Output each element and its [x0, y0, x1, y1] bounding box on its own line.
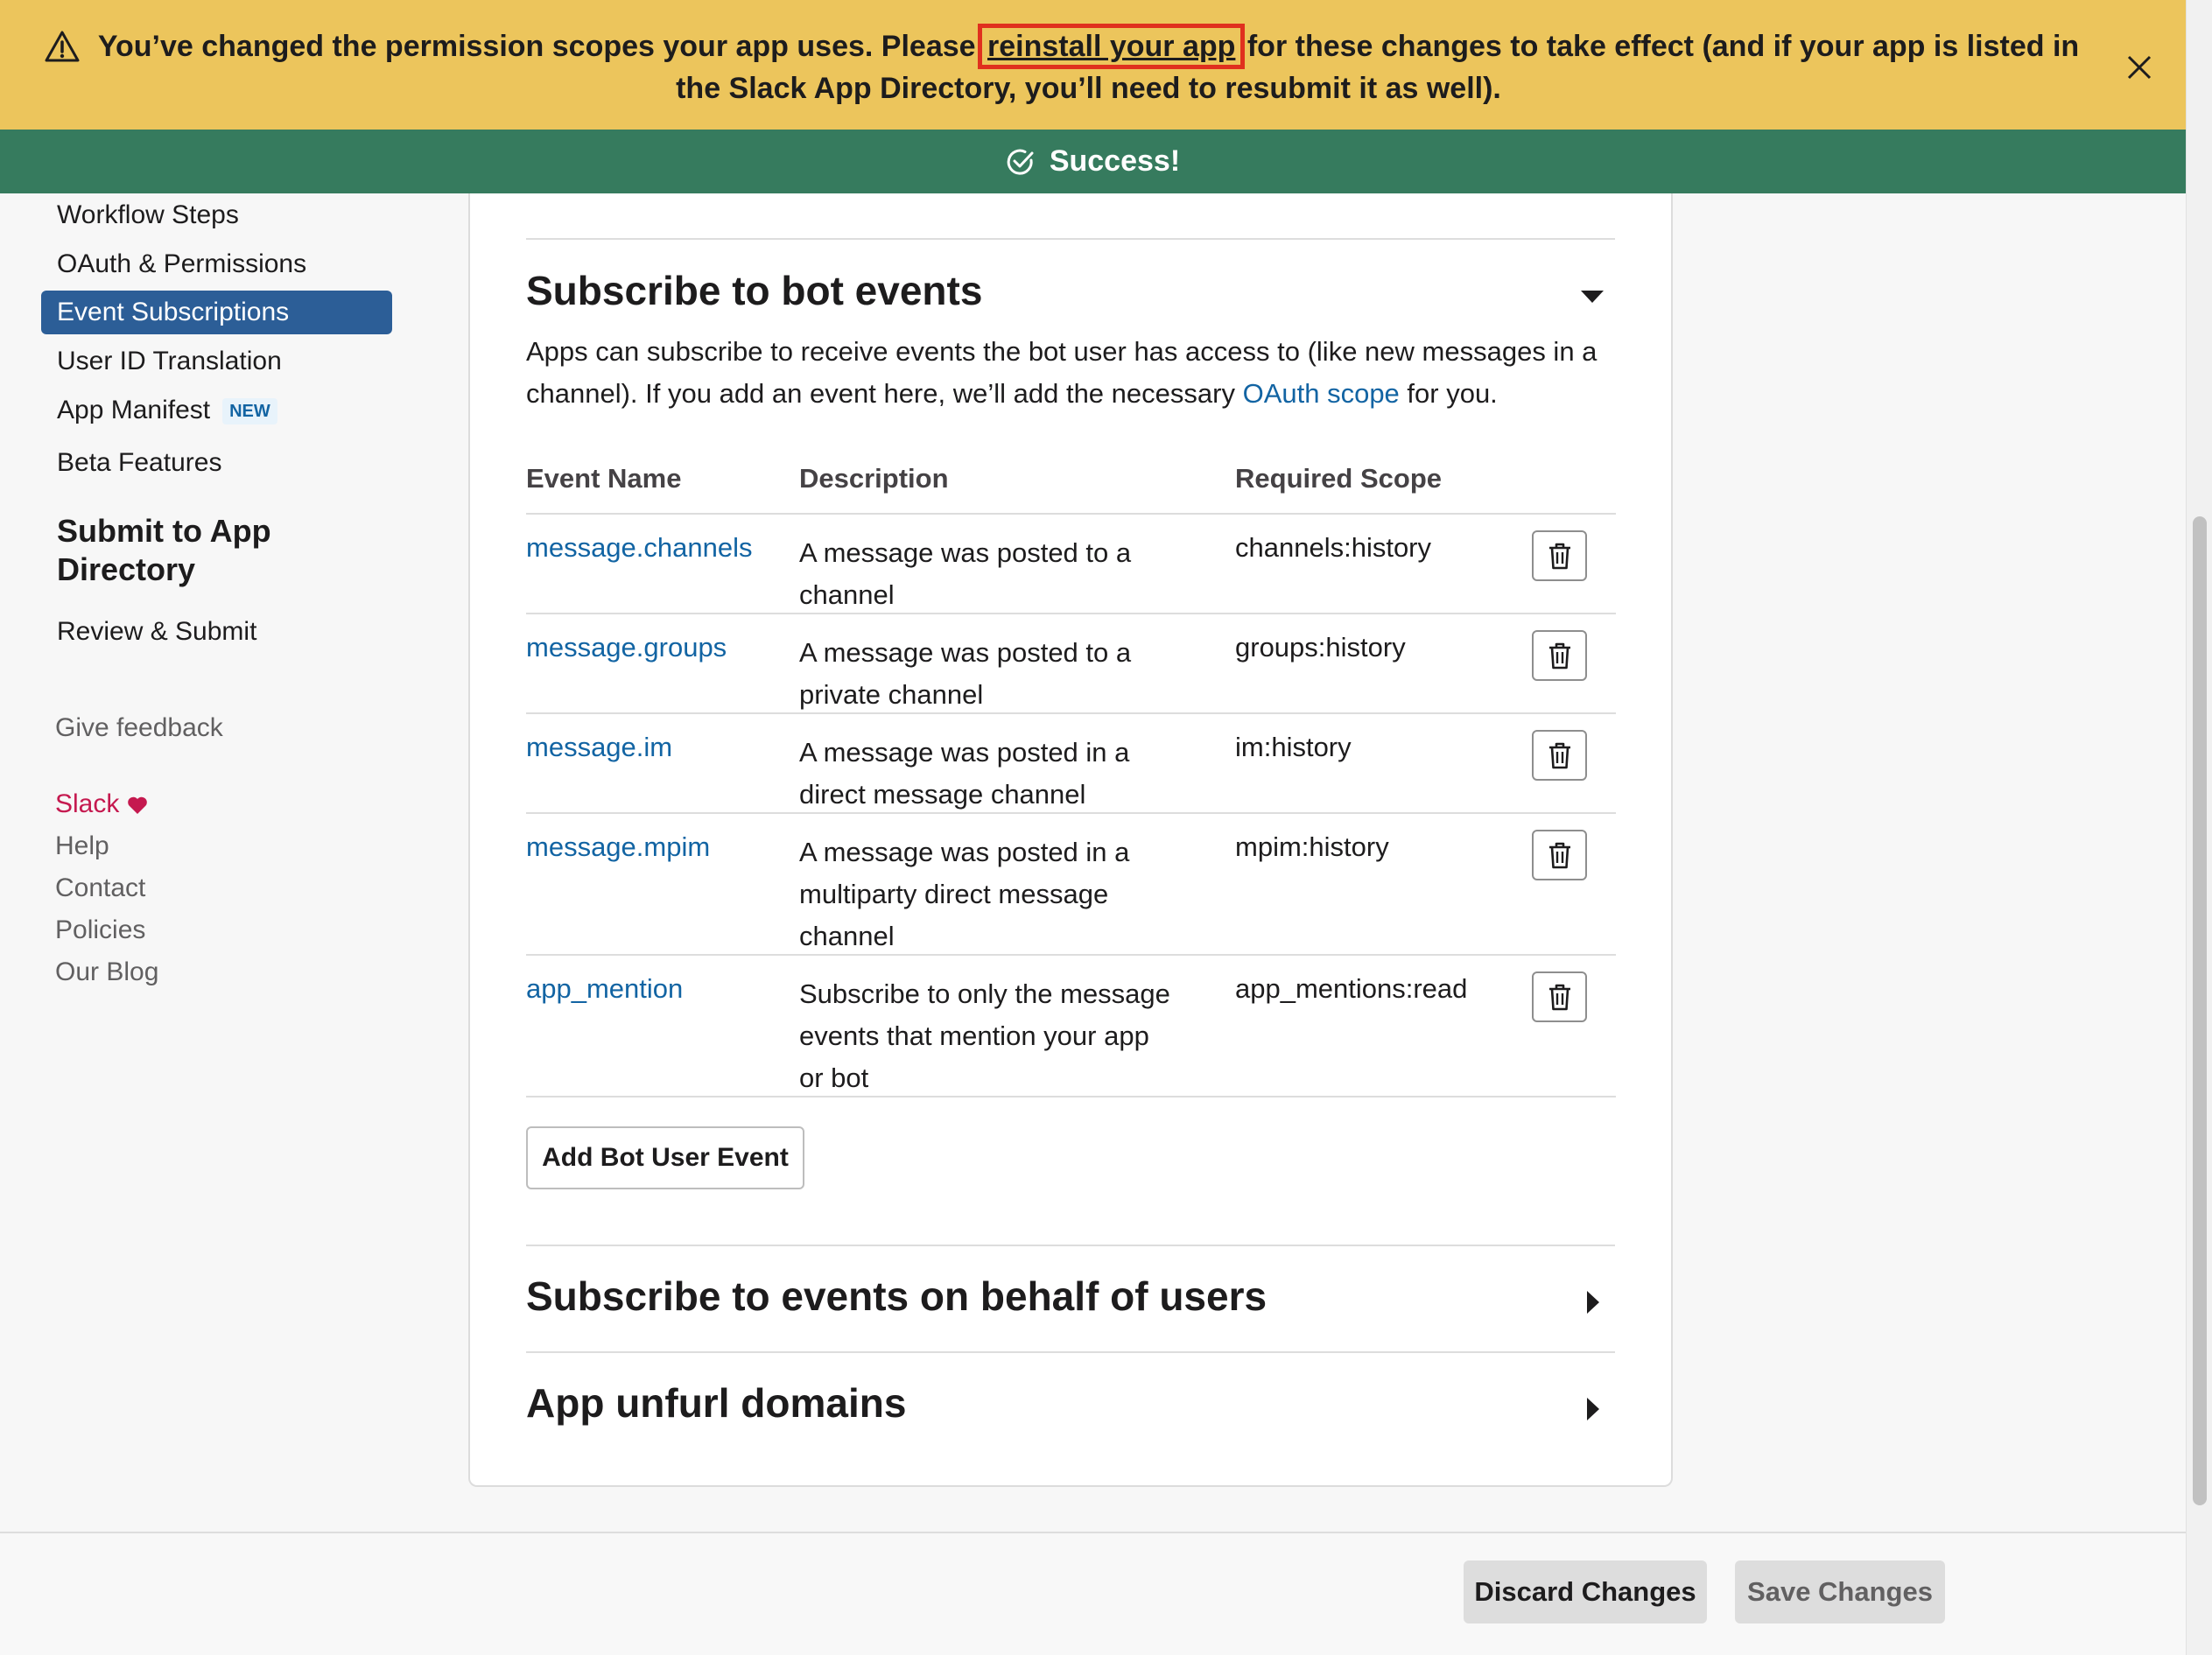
- bot-events-title: Subscribe to bot events: [526, 268, 983, 313]
- trash-icon: [1548, 984, 1570, 1011]
- event-scope: im:history: [1235, 732, 1352, 762]
- event-scope: groups:history: [1235, 632, 1406, 663]
- user-events-title[interactable]: Subscribe to events on behalf of users: [526, 1273, 1267, 1320]
- table-row: message.groups A message was posted to a…: [526, 613, 1616, 712]
- event-description: A message was posted in a direct message…: [799, 737, 1130, 810]
- discard-changes-button[interactable]: Discard Changes: [1464, 1560, 1707, 1623]
- bot-events-description: Apps can subscribe to receive events the…: [526, 331, 1620, 415]
- reinstall-app-link[interactable]: reinstall your app: [977, 24, 1246, 69]
- trash-icon: [1548, 543, 1570, 570]
- divider: [526, 1245, 1615, 1246]
- give-feedback-link[interactable]: Give feedback: [55, 713, 223, 743]
- sidebar-item-workflow-steps[interactable]: Workflow Steps: [41, 193, 392, 237]
- table-row: app_mention Subscribe to only the messag…: [526, 954, 1616, 1097]
- event-description: A message was posted to a channel: [799, 537, 1132, 610]
- caret-down-icon[interactable]: [1580, 289, 1605, 305]
- save-changes-button[interactable]: Save Changes: [1735, 1560, 1945, 1623]
- trash-icon: [1548, 742, 1570, 769]
- policies-link[interactable]: Policies: [55, 915, 145, 945]
- success-text: Success!: [1049, 144, 1181, 178]
- slack-link[interactable]: Slack: [55, 789, 148, 819]
- close-icon[interactable]: [2124, 53, 2154, 82]
- check-circle-icon: [1007, 149, 1034, 175]
- sidebar-item-user-id-translation[interactable]: User ID Translation: [41, 340, 392, 383]
- heart-icon: [127, 796, 147, 815]
- scrollbar-thumb[interactable]: [2193, 516, 2207, 1505]
- add-bot-user-event-button[interactable]: Add Bot User Event: [526, 1126, 804, 1189]
- column-header-description: Description: [799, 463, 949, 494]
- event-name-link[interactable]: message.im: [526, 732, 672, 763]
- sidebar-item-review-submit[interactable]: Review & Submit: [41, 610, 392, 654]
- event-description: Subscribe to only the message events tha…: [799, 978, 1170, 1093]
- sidebar: Workflow Steps OAuth & Permissions Event…: [0, 193, 464, 1532]
- slack-link-label: Slack: [55, 789, 120, 818]
- scrollbar[interactable]: [2186, 0, 2212, 1655]
- caret-right-icon[interactable]: [1585, 1290, 1601, 1315]
- event-description: A message was posted in a multiparty dir…: [799, 837, 1130, 951]
- sidebar-item-app-manifest[interactable]: App Manifest NEW: [41, 389, 392, 432]
- banner-text-before: You’ve changed the permission scopes you…: [97, 30, 984, 63]
- event-scope: mpim:history: [1235, 831, 1389, 862]
- divider: [526, 1351, 1615, 1353]
- delete-event-button[interactable]: [1532, 830, 1587, 880]
- table-row: message.mpim A message was posted in a m…: [526, 812, 1616, 954]
- event-scope: app_mentions:read: [1235, 973, 1468, 1004]
- table-row: message.im A message was posted in a dir…: [526, 712, 1616, 812]
- column-header-required-scope: Required Scope: [1235, 463, 1442, 494]
- event-name-link[interactable]: message.mpim: [526, 831, 710, 863]
- trash-icon: [1548, 842, 1570, 869]
- sidebar-item-beta-features[interactable]: Beta Features: [41, 441, 392, 485]
- oauth-scope-link[interactable]: OAuth scope: [1243, 378, 1400, 409]
- new-badge: NEW: [222, 398, 277, 425]
- permission-warning-banner: You’ve changed the permission scopes you…: [0, 0, 2186, 130]
- event-description: A message was posted to a private channe…: [799, 637, 1132, 710]
- contact-link[interactable]: Contact: [55, 873, 145, 903]
- delete-event-button[interactable]: [1532, 971, 1587, 1022]
- event-scope: channels:history: [1235, 532, 1432, 563]
- sidebar-item-oauth-permissions[interactable]: OAuth & Permissions: [41, 242, 392, 286]
- sidebar-item-label: App Manifest: [57, 396, 211, 424]
- help-link[interactable]: Help: [55, 831, 109, 861]
- unfurl-domains-title[interactable]: App unfurl domains: [526, 1379, 906, 1427]
- event-subscriptions-card: Subscribe to bot events Apps can subscri…: [468, 193, 1673, 1487]
- delete-event-button[interactable]: [1532, 730, 1587, 781]
- our-blog-link[interactable]: Our Blog: [55, 957, 158, 987]
- event-name-link[interactable]: message.groups: [526, 632, 727, 663]
- delete-event-button[interactable]: [1532, 530, 1587, 581]
- table-row: message.channels A message was posted to…: [526, 513, 1616, 613]
- divider: [526, 238, 1615, 240]
- trash-icon: [1548, 642, 1570, 670]
- success-bar: Success!: [0, 130, 2186, 193]
- delete-event-button[interactable]: [1532, 630, 1587, 681]
- column-header-event-name: Event Name: [526, 463, 682, 494]
- save-bar: Discard Changes Save Changes: [0, 1532, 2186, 1655]
- submit-heading: Submit to App Directory: [57, 513, 271, 587]
- event-name-link[interactable]: app_mention: [526, 973, 683, 1005]
- intro-text-after: for you.: [1399, 378, 1498, 409]
- event-name-link[interactable]: message.channels: [526, 532, 753, 564]
- app-window: You’ve changed the permission scopes you…: [0, 0, 2212, 1655]
- sidebar-item-event-subscriptions[interactable]: Event Subscriptions: [41, 291, 392, 334]
- warning-icon: [45, 31, 80, 62]
- caret-right-icon[interactable]: [1585, 1397, 1601, 1421]
